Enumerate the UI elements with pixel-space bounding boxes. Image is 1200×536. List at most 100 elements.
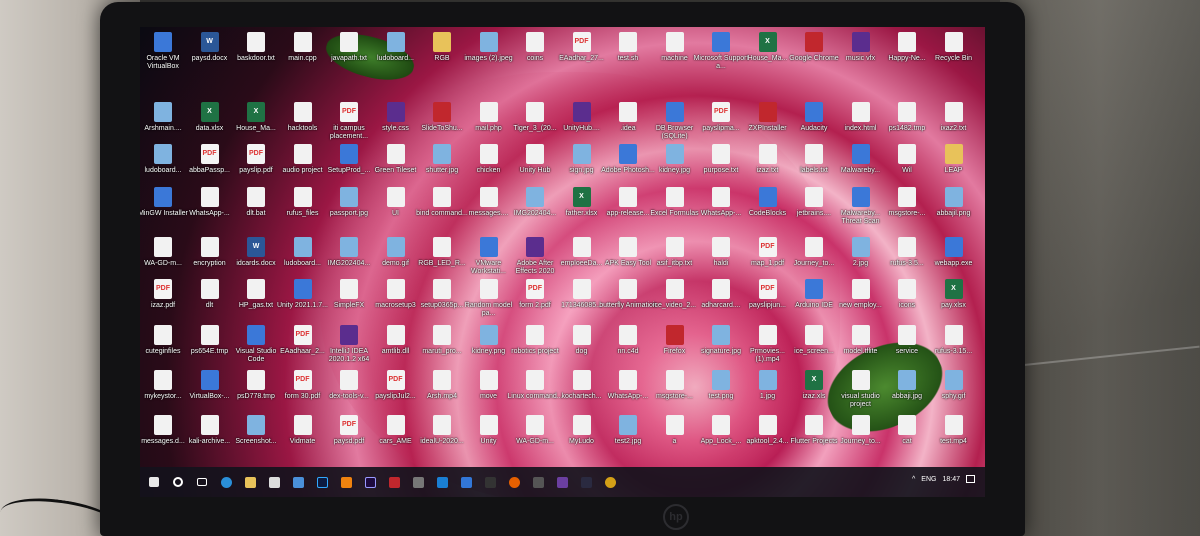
xls-file-icon: X [758, 32, 777, 52]
doc-file-icon [433, 325, 451, 345]
doc-file-icon [572, 237, 591, 257]
chrome-icon[interactable] [600, 473, 620, 491]
pdf-file-icon: PDF [712, 102, 730, 122]
doc-file-icon [851, 102, 870, 122]
doc-file-icon [200, 237, 219, 257]
app-icon[interactable] [408, 473, 428, 491]
app-icon[interactable] [576, 473, 596, 491]
doc-file-icon [712, 144, 730, 164]
doc-file-icon [665, 370, 684, 390]
doc-file-icon [340, 370, 358, 390]
app-icon[interactable] [384, 473, 404, 491]
search-icon[interactable] [168, 473, 188, 491]
doc-file-icon [758, 144, 777, 164]
word-file-icon: W [200, 32, 219, 52]
doc-file-icon [898, 187, 916, 207]
img-file-icon [433, 144, 451, 164]
img-file-icon [340, 237, 358, 257]
desktop-icon-label: test.mp4 [940, 438, 967, 445]
desktop-icon[interactable]: m [971, 237, 985, 268]
clock[interactable]: 18:47 [942, 476, 960, 483]
exe-file-icon [805, 279, 823, 299]
xls-file-icon: X [805, 370, 823, 390]
doc-file-icon [572, 279, 591, 299]
task-view-icon[interactable] [192, 473, 212, 491]
photoshop-icon[interactable] [312, 473, 332, 491]
doc-file-icon [898, 279, 916, 299]
img-file-icon [572, 144, 591, 164]
app-icon[interactable] [552, 473, 572, 491]
doc-file-icon [386, 325, 405, 345]
exe-file-icon [340, 144, 358, 164]
img-file-icon [293, 237, 312, 257]
doc-file-icon [293, 144, 312, 164]
windows-start-icon[interactable] [144, 473, 164, 491]
exe-file-icon [154, 187, 172, 207]
marble-surface [1000, 0, 1200, 536]
doc-file-icon [805, 144, 823, 164]
photo-scene: hp Oracle VM VirtualBox Wpaysd.docx baskdo… [0, 0, 1200, 536]
desktop-icon[interactable]: Ob [971, 32, 985, 63]
doc-file-icon [526, 144, 544, 164]
desktop-icon[interactable]: abbajil.png [925, 187, 983, 218]
doc-file-icon [386, 144, 405, 164]
desktop-icon-label: pay.xlsx [941, 302, 966, 309]
img-file-icon [712, 325, 730, 345]
img-file-icon [526, 187, 544, 207]
doc-file-icon [293, 32, 312, 52]
xls-file-icon: X [200, 102, 219, 122]
doc-file-icon [247, 187, 265, 207]
img-file-icon [619, 415, 637, 435]
doc-file-icon [293, 102, 312, 122]
xls-file-icon: X [944, 279, 963, 299]
img-file-icon [665, 144, 684, 164]
img-file-icon [479, 325, 498, 345]
vlc-icon[interactable] [336, 473, 356, 491]
vscode-icon[interactable] [432, 473, 452, 491]
edge-icon[interactable] [216, 473, 236, 491]
desktop-icon[interactable]: le [971, 102, 985, 133]
doc-file-icon [200, 187, 219, 207]
firefox-icon[interactable] [504, 473, 524, 491]
app-icon[interactable] [456, 473, 476, 491]
exe-file-icon [758, 187, 777, 207]
img-file-icon [898, 370, 916, 390]
desktop-icon-label: m [971, 260, 985, 268]
doc-file-icon [665, 32, 684, 52]
red-file-icon [758, 102, 777, 122]
doc-file-icon [665, 237, 684, 257]
mail-icon[interactable] [288, 473, 308, 491]
desktop-icon[interactable]: test.mp4 [925, 415, 983, 446]
desktop-icon[interactable]: rufus-3.15... [925, 325, 983, 356]
desktop-icon[interactable]: Xpay.xlsx [925, 279, 983, 310]
app-icon[interactable] [528, 473, 548, 491]
img-file-icon [386, 32, 405, 52]
app-icon[interactable] [480, 473, 500, 491]
doc-file-icon [247, 370, 265, 390]
doc-file-icon [200, 325, 219, 345]
tray-caret-icon[interactable]: ^ [912, 476, 915, 483]
notification-icon[interactable] [966, 475, 975, 483]
doc-file-icon [247, 279, 265, 299]
doc-file-icon [293, 187, 312, 207]
after-effects-icon[interactable] [360, 473, 380, 491]
code-file-icon [572, 102, 591, 122]
store-icon[interactable] [264, 473, 284, 491]
language-indicator[interactable]: ENG [921, 476, 936, 483]
fold-file-icon [944, 144, 963, 164]
desktop-icon[interactable]: M A [971, 144, 985, 175]
doc-file-icon [665, 279, 684, 299]
doc-file-icon [433, 370, 451, 390]
doc-file-icon [479, 415, 498, 435]
desktop-icon[interactable]: sphy.gif [925, 370, 983, 401]
doc-file-icon [200, 279, 219, 299]
doc-file-icon [665, 187, 684, 207]
desktop-icon-label: sphy.gif [941, 393, 966, 400]
doc-file-icon [758, 415, 777, 435]
file-explorer-icon[interactable] [240, 473, 260, 491]
doc-file-icon [944, 325, 963, 345]
doc-file-icon [712, 187, 730, 207]
doc-file-icon [665, 415, 684, 435]
doc-file-icon [293, 415, 312, 435]
doc-file-icon [944, 32, 963, 52]
